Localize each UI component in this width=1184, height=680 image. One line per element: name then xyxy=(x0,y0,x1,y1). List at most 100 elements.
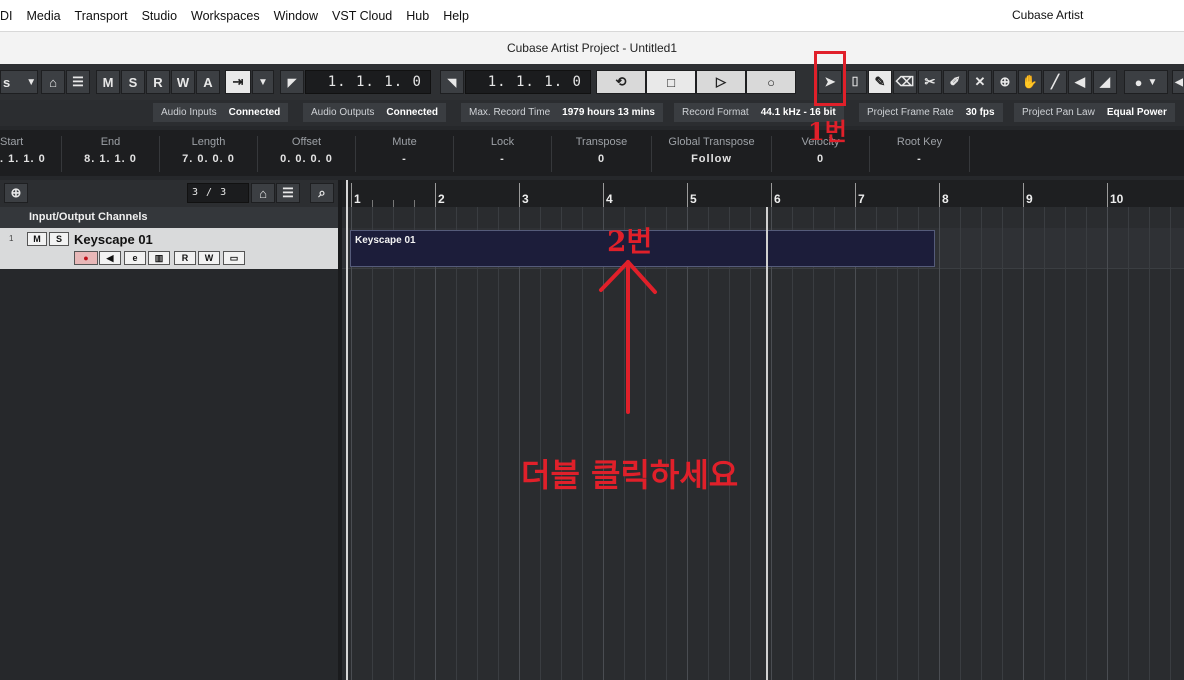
mute-tool-icon[interactable]: ✕ xyxy=(968,70,992,94)
track-list-header: ⊕ 3 / 3 ⌂ ☰ ⌕ xyxy=(0,180,338,207)
monitor-icon[interactable]: ◀ xyxy=(99,251,121,265)
track-count: 3 / 3 xyxy=(187,183,249,203)
mute-all-button[interactable]: M xyxy=(96,70,120,94)
info-root-key[interactable]: Root Key - xyxy=(870,136,970,172)
track-mute-button[interactable]: M xyxy=(27,232,47,246)
info-end[interactable]: End 8. 1. 1. 0 xyxy=(62,136,160,172)
project-cursor[interactable] xyxy=(766,207,768,680)
info-transpose[interactable]: Transpose 0 xyxy=(552,136,652,172)
menu-item-transport[interactable]: Transport xyxy=(68,9,135,23)
instrument-track[interactable]: 1 M S Keyscape 01 ● ◀ e ▥ R W ▭ xyxy=(0,228,338,269)
bar-label: 10 xyxy=(1110,192,1124,206)
menu-item-workspaces[interactable]: Workspaces xyxy=(184,9,267,23)
info-label: Start xyxy=(0,136,24,148)
left-zone-dropdown[interactable]: s ▼ xyxy=(0,70,38,94)
info-mute[interactable]: Mute - xyxy=(356,136,454,172)
menu-item-studio[interactable]: Studio xyxy=(135,9,184,23)
left-locator-line[interactable] xyxy=(346,180,348,680)
status-audio-outputs[interactable]: Audio Outputs Connected xyxy=(303,103,447,122)
grid-line xyxy=(687,207,688,680)
menu-item-help[interactable]: Help xyxy=(436,9,476,23)
event-display[interactable]: Keyscape 01 xyxy=(342,207,1184,680)
write-automation-button[interactable]: W xyxy=(198,251,220,265)
search-icon[interactable]: ⌕ xyxy=(310,183,334,203)
track-name[interactable]: Keyscape 01 xyxy=(74,232,153,247)
color-tool-icon[interactable]: ◢ xyxy=(1093,70,1117,94)
keyboard-icon[interactable]: ▥ xyxy=(148,251,170,265)
bar-label: 8 xyxy=(942,192,949,206)
autoscroll-icon[interactable]: ⇥ xyxy=(225,70,251,94)
grid-line xyxy=(1128,207,1129,680)
chevron-left-icon[interactable]: ◀ xyxy=(1172,70,1184,94)
hand-tool-icon[interactable]: ✋ xyxy=(1018,70,1042,94)
chevron-down-icon[interactable]: ▼ xyxy=(252,70,274,94)
info-value: - xyxy=(500,153,505,165)
edit-instrument-icon[interactable]: e xyxy=(124,251,146,265)
visibility-icon[interactable]: ⌂ xyxy=(251,183,275,203)
left-zone-label: s xyxy=(3,74,11,90)
snap-dropdown[interactable]: ● ▼ xyxy=(1124,70,1168,94)
record-enable-all-button[interactable]: R xyxy=(146,70,170,94)
draw-tool-icon[interactable]: ✎ xyxy=(868,70,892,94)
annotation-instruction: 더블 클릭하세요 xyxy=(521,456,739,494)
status-pan-law[interactable]: Project Pan Law Equal Power xyxy=(1014,103,1175,122)
line-tool-icon[interactable]: ╱ xyxy=(1043,70,1067,94)
erase-tool-icon[interactable]: ⌫ xyxy=(893,70,917,94)
status-audio-inputs[interactable]: Audio Inputs Connected xyxy=(153,103,289,122)
timeline-ruler[interactable]: 1 2 3 4 5 6 7 8 9 10 xyxy=(342,180,1184,207)
lanes-icon[interactable]: ▭ xyxy=(223,251,245,265)
info-label: End xyxy=(100,136,121,148)
left-locator-display[interactable]: 1. 1. 1. 0 xyxy=(305,70,431,94)
track-list-menu-icon[interactable]: ☰ xyxy=(276,183,300,203)
record-enable-icon[interactable]: ● xyxy=(74,251,98,265)
status-frame-rate[interactable]: Project Frame Rate 30 fps xyxy=(859,103,1003,122)
info-value: 0 xyxy=(597,153,606,165)
info-start[interactable]: Start . 1. 1. 0 xyxy=(0,136,62,172)
status-value: 30 fps xyxy=(965,107,995,118)
range-tool-icon[interactable]: ⌷ xyxy=(843,70,867,94)
record-icon[interactable]: ○ xyxy=(746,70,796,94)
right-locator-icon[interactable]: ◥ xyxy=(440,70,464,94)
left-locator-icon[interactable]: ◤ xyxy=(280,70,304,94)
menu-item-hub[interactable]: Hub xyxy=(399,9,436,23)
menu-item-vst-cloud[interactable]: VST Cloud xyxy=(325,9,399,23)
midi-part-name: Keyscape 01 xyxy=(355,235,416,246)
info-offset[interactable]: Offset 0. 0. 0. 0 xyxy=(258,136,356,172)
info-value: - xyxy=(917,153,922,165)
ruler-tick xyxy=(939,183,940,207)
app-name: Cubase Artist xyxy=(1012,8,1084,22)
grid-line xyxy=(708,207,709,680)
glue-tool-icon[interactable]: ✐ xyxy=(943,70,967,94)
info-lock[interactable]: Lock - xyxy=(454,136,552,172)
info-length[interactable]: Length 7. 0. 0. 0 xyxy=(160,136,258,172)
read-automation-button[interactable]: R xyxy=(174,251,196,265)
grid-line xyxy=(351,207,352,680)
automation-button[interactable]: A xyxy=(196,70,220,94)
menu-item-media[interactable]: Media xyxy=(20,9,68,23)
play-tool-icon[interactable]: ◀ xyxy=(1068,70,1092,94)
folder-track[interactable]: Input/Output Channels xyxy=(0,207,338,228)
menu-item-midi[interactable]: DI xyxy=(0,9,20,23)
info-value: 0 xyxy=(816,153,825,165)
info-global-transpose[interactable]: Global Transpose Follow xyxy=(652,136,772,172)
split-tool-icon[interactable]: ✂ xyxy=(918,70,942,94)
project-toolbar: s ▼ ⌂ ☰ M S R W A ⇥ ▼ ◤ 1. 1. 1. 0 ◥ 1. … xyxy=(0,64,1184,100)
status-max-record-time[interactable]: Max. Record Time 1979 hours 13 mins xyxy=(461,103,663,122)
grid-line xyxy=(498,207,499,680)
track-solo-button[interactable]: S xyxy=(49,232,69,246)
right-locator-display[interactable]: 1. 1. 1. 0 xyxy=(465,70,591,94)
cycle-icon[interactable]: ⟲ xyxy=(596,70,646,94)
ruler-tick xyxy=(855,183,856,207)
menu-item-window[interactable]: Window xyxy=(267,9,325,23)
grid-line xyxy=(876,207,877,680)
ruler-minor-tick xyxy=(414,200,415,207)
zoom-tool-icon[interactable]: ⊕ xyxy=(993,70,1017,94)
add-track-icon[interactable]: ⊕ xyxy=(4,183,28,203)
stop-icon[interactable]: □ xyxy=(646,70,696,94)
solo-all-button[interactable]: S xyxy=(121,70,145,94)
list-icon[interactable]: ☰ xyxy=(66,70,90,94)
write-all-button[interactable]: W xyxy=(171,70,195,94)
play-icon[interactable]: ▷ xyxy=(696,70,746,94)
status-label: Audio Inputs xyxy=(161,107,217,118)
media-bay-icon[interactable]: ⌂ xyxy=(41,70,65,94)
